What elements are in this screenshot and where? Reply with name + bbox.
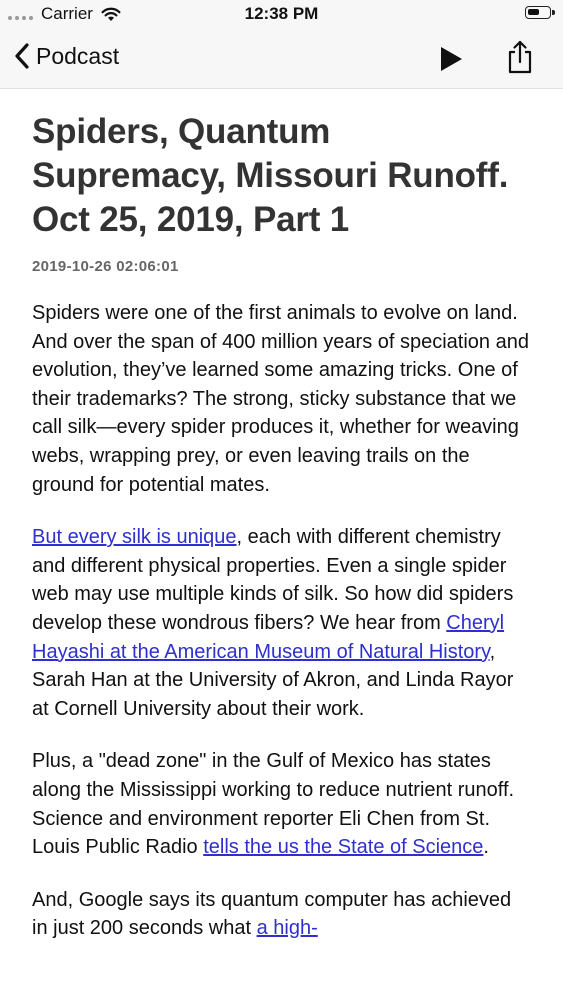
back-button[interactable]: Podcast xyxy=(14,42,119,70)
description-paragraph: But every silk is unique, each with diff… xyxy=(32,523,532,723)
episode-date: 2019-10-26 02:06:01 xyxy=(32,258,179,275)
status-bar: Carrier 12:38 PM xyxy=(0,0,563,30)
episode-content: Spiders, Quantum Supremacy, Missouri Run… xyxy=(32,110,532,943)
play-icon xyxy=(441,47,462,71)
share-icon xyxy=(508,40,532,74)
navigation-bar: Podcast xyxy=(0,30,563,89)
description-paragraph: Spiders were one of the first animals to… xyxy=(32,299,532,499)
state-of-science-link[interactable]: tells the us the State of Science xyxy=(203,836,483,858)
share-button[interactable] xyxy=(505,39,535,75)
battery-icon xyxy=(525,6,555,19)
description-paragraph: Plus, a "dead zone" in the Gulf of Mexic… xyxy=(32,747,532,861)
play-button[interactable] xyxy=(436,44,466,74)
description-paragraph: And, Google says its quantum computer ha… xyxy=(32,886,532,943)
chevron-left-icon xyxy=(15,43,29,69)
paragraph-text: . xyxy=(483,836,489,859)
status-time: 12:38 PM xyxy=(244,4,319,23)
back-button-label: Podcast xyxy=(36,42,120,69)
paragraph-text: Spiders were one of the first animals to… xyxy=(32,302,529,496)
silk-unique-link[interactable]: But every silk is unique xyxy=(32,526,237,548)
high-link[interactable]: a high- xyxy=(257,917,318,939)
episode-title: Spiders, Quantum Supremacy, Missouri Run… xyxy=(32,112,509,239)
